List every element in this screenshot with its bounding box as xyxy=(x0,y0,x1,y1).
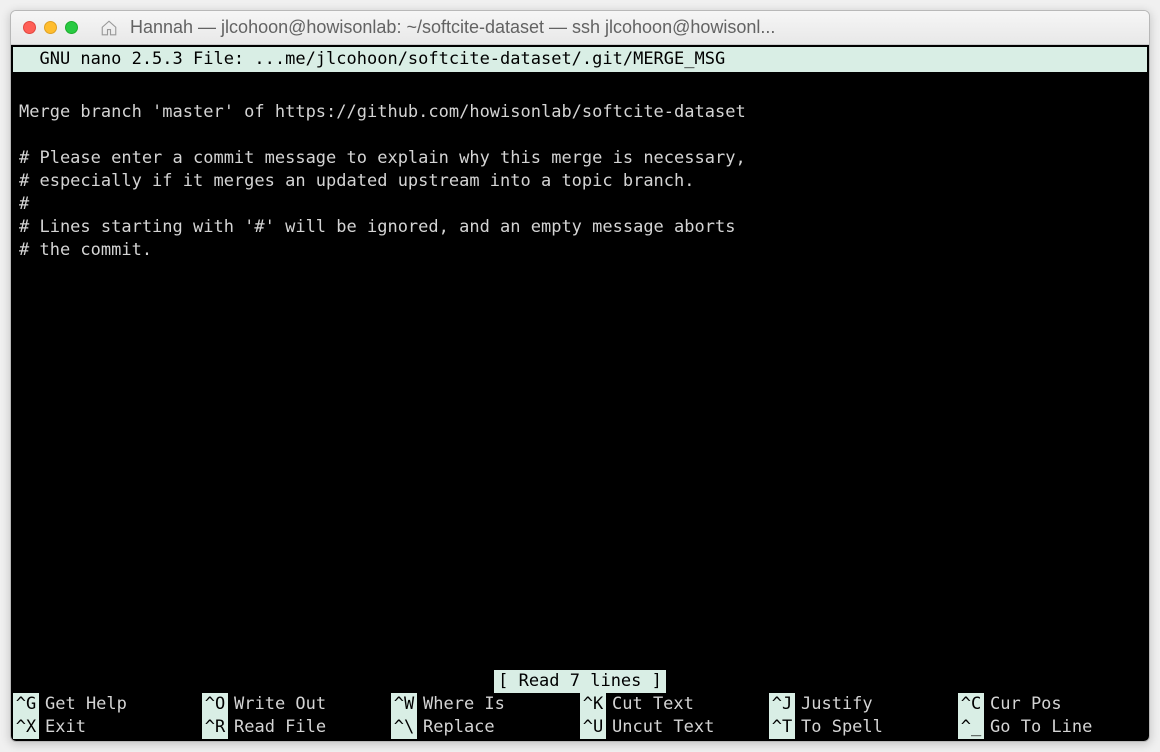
traffic-lights xyxy=(23,21,78,34)
shortcut-uncut-text[interactable]: ^U Uncut Text xyxy=(580,716,769,739)
terminal-area[interactable]: GNU nano 2.5.3 File: ...me/jlcohoon/soft… xyxy=(11,45,1149,741)
editor-line: Merge branch 'master' of https://github.… xyxy=(19,102,746,122)
maximize-button[interactable] xyxy=(65,21,78,34)
shortcut-key: ^K xyxy=(580,693,606,716)
shortcut-to-spell[interactable]: ^T To Spell xyxy=(769,716,958,739)
editor-content[interactable]: Merge branch 'master' of https://github.… xyxy=(13,72,1147,262)
shortcut-label: Get Help xyxy=(39,693,127,716)
nano-status-line: [ Read 7 lines ] xyxy=(494,670,666,693)
shortcut-label: Read File xyxy=(228,716,326,739)
shortcut-cur-pos[interactable]: ^C Cur Pos xyxy=(958,693,1147,716)
shortcut-key: ^\ xyxy=(391,716,417,739)
shortcut-key: ^O xyxy=(202,693,228,716)
shortcut-get-help[interactable]: ^G Get Help xyxy=(13,693,202,716)
shortcut-label: Cut Text xyxy=(606,693,694,716)
editor-line: # Lines starting with '#' will be ignore… xyxy=(19,217,735,237)
shortcut-key: ^C xyxy=(958,693,984,716)
shortcut-key: ^J xyxy=(769,693,795,716)
shortcut-bar: ^G Get Help ^O Write Out ^W Where Is ^K … xyxy=(11,693,1149,741)
close-button[interactable] xyxy=(23,21,36,34)
shortcut-justify[interactable]: ^J Justify xyxy=(769,693,958,716)
shortcut-key: ^X xyxy=(13,716,39,739)
shortcut-label: Justify xyxy=(795,693,873,716)
shortcut-read-file[interactable]: ^R Read File xyxy=(202,716,391,739)
editor-line: # the commit. xyxy=(19,240,152,260)
shortcut-label: Uncut Text xyxy=(606,716,714,739)
shortcut-label: Write Out xyxy=(228,693,326,716)
nano-header-bar: GNU nano 2.5.3 File: ...me/jlcohoon/soft… xyxy=(13,47,1147,72)
shortcut-label: Exit xyxy=(39,716,86,739)
editor-line: # Please enter a commit message to expla… xyxy=(19,148,746,168)
shortcut-key: ^T xyxy=(769,716,795,739)
shortcut-where-is[interactable]: ^W Where Is xyxy=(391,693,580,716)
shortcut-label: Where Is xyxy=(417,693,505,716)
shortcut-label: Go To Line xyxy=(984,716,1092,739)
shortcut-cut-text[interactable]: ^K Cut Text xyxy=(580,693,769,716)
shortcut-label: Cur Pos xyxy=(984,693,1062,716)
window-titlebar: Hannah — jlcohoon@howisonlab: ~/softcite… xyxy=(11,11,1149,45)
terminal-window: Hannah — jlcohoon@howisonlab: ~/softcite… xyxy=(10,10,1150,742)
shortcut-key: ^R xyxy=(202,716,228,739)
editor-line: # xyxy=(19,194,29,214)
window-title: Hannah — jlcohoon@howisonlab: ~/softcite… xyxy=(130,17,1137,38)
shortcut-key: ^G xyxy=(13,693,39,716)
shortcut-key: ^_ xyxy=(958,716,984,739)
minimize-button[interactable] xyxy=(44,21,57,34)
shortcut-label: Replace xyxy=(417,716,495,739)
status-line-wrap: [ Read 7 lines ] xyxy=(11,670,1149,693)
shortcut-exit[interactable]: ^X Exit xyxy=(13,716,202,739)
shortcut-write-out[interactable]: ^O Write Out xyxy=(202,693,391,716)
shortcut-go-to-line[interactable]: ^_ Go To Line xyxy=(958,716,1147,739)
shortcut-key: ^U xyxy=(580,716,606,739)
editor-line: # especially if it merges an updated ups… xyxy=(19,171,695,191)
home-icon xyxy=(100,19,118,37)
shortcut-key: ^W xyxy=(391,693,417,716)
shortcut-label: To Spell xyxy=(795,716,883,739)
shortcut-replace[interactable]: ^\ Replace xyxy=(391,716,580,739)
